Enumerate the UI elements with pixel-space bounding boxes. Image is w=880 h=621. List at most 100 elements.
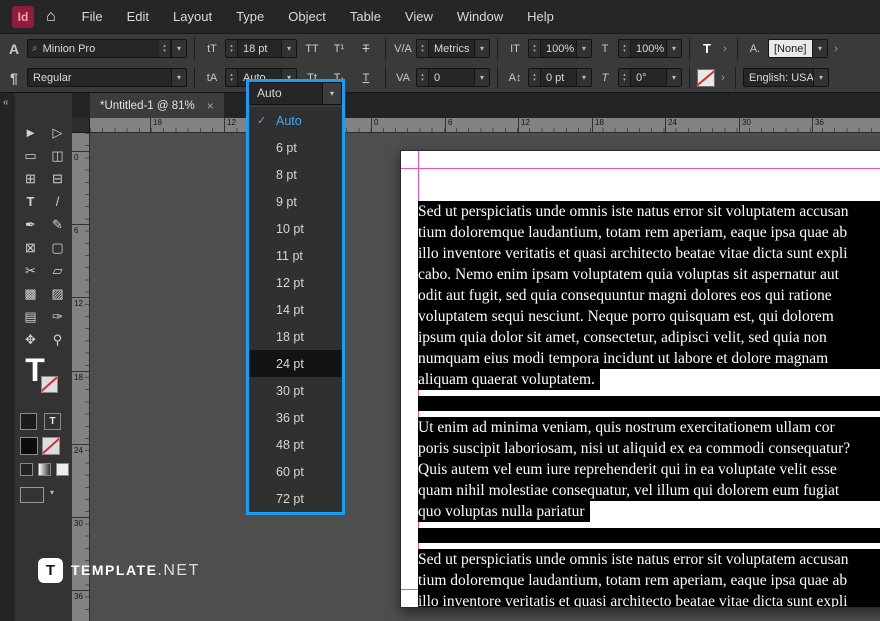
vertical-scale-stepper[interactable]: ▴▾ bbox=[529, 40, 541, 57]
text-line[interactable]: illo inventore veritatis et quasi archit… bbox=[418, 243, 880, 264]
leading-option-14-pt[interactable]: 14 pt bbox=[249, 296, 342, 323]
font-style-combo[interactable]: Regular ▾ bbox=[27, 68, 187, 87]
font-size-stepper[interactable]: ▴▾ bbox=[226, 40, 238, 57]
chevron-down-icon[interactable]: ▾ bbox=[474, 69, 489, 86]
leading-option-24-pt[interactable]: 24 pt bbox=[249, 350, 342, 377]
scissors-tool[interactable]: ✂ bbox=[25, 263, 36, 279]
paragraph[interactable]: Ut enim ad minima veniam, quis nostrum e… bbox=[418, 417, 880, 522]
baseline-shift-combo[interactable]: ▴▾ 0 pt ▾ bbox=[528, 68, 592, 87]
fill-none-swatch[interactable] bbox=[697, 69, 715, 87]
text-line[interactable]: ipsum quia dolor sit amet, consectetur, … bbox=[418, 327, 880, 348]
leading-option-72-pt[interactable]: 72 pt bbox=[249, 485, 342, 512]
apply-gradient-button[interactable] bbox=[38, 463, 51, 476]
horizontal-scale-stepper[interactable]: ▴▾ bbox=[619, 40, 631, 57]
chevron-down-icon[interactable]: ▾ bbox=[171, 69, 186, 86]
chevron-down-icon[interactable]: ▾ bbox=[812, 40, 827, 57]
skew-stepper[interactable]: ▴▾ bbox=[619, 69, 631, 86]
text-line[interactable]: illo inventore veritatis et quasi archit… bbox=[418, 591, 880, 608]
kerning-combo[interactable]: ▴▾ Metrics ▾ bbox=[416, 39, 490, 58]
leading-stepper[interactable]: ▴▾ bbox=[226, 69, 238, 86]
note-tool[interactable]: ▤ bbox=[24, 309, 36, 325]
text-line[interactable]: poris suscipit laboriosam, nisi ut aliqu… bbox=[418, 438, 880, 459]
text-line[interactable]: tium doloremque laudantium, totam rem ap… bbox=[418, 222, 880, 243]
gap-tool[interactable]: ◫ bbox=[51, 148, 63, 164]
all-caps-button[interactable]: TT bbox=[300, 43, 324, 55]
vertical-scale-combo[interactable]: ▴▾ 100% ▾ bbox=[528, 39, 592, 58]
text-line[interactable]: quo voluptas nulla pariatur bbox=[418, 501, 590, 522]
stroke-none-swatch[interactable] bbox=[41, 376, 58, 393]
page-tool[interactable]: ▭ bbox=[24, 148, 36, 164]
font-family-combo[interactable]: ⌕ Minion Pro ▴▾ ▾ bbox=[27, 39, 187, 58]
baseline-shift-stepper[interactable]: ▴▾ bbox=[529, 69, 541, 86]
chevron-down-icon[interactable]: ▾ bbox=[813, 69, 828, 86]
text-line[interactable]: cabo. Nemo enim ipsam voluptatem quia vo… bbox=[418, 264, 880, 285]
character-options-button[interactable]: T bbox=[697, 41, 717, 56]
pen-tool[interactable]: ✒ bbox=[25, 217, 36, 233]
character-style-combo[interactable]: [None] ▾ bbox=[768, 39, 828, 58]
text-line[interactable]: tium doloremque laudantium, totam rem ap… bbox=[418, 570, 880, 591]
leading-dropdown-field[interactable]: Auto ▾ bbox=[249, 82, 342, 107]
home-icon[interactable]: ⌂ bbox=[46, 8, 56, 26]
kerning-stepper[interactable]: ▴▾ bbox=[417, 40, 429, 57]
close-icon[interactable]: × bbox=[207, 99, 214, 113]
text-frame[interactable]: Sed ut perspiciatis unde omnis iste natu… bbox=[418, 201, 880, 608]
skew-combo[interactable]: ▴▾ 0° ▾ bbox=[618, 68, 682, 87]
chevron-down-icon[interactable]: ▾ bbox=[171, 40, 186, 57]
font-family-stepper[interactable]: ▴▾ bbox=[159, 40, 171, 57]
leading-option-9-pt[interactable]: 9 pt bbox=[249, 188, 342, 215]
canvas[interactable]: Sed ut perspiciatis unde omnis iste natu… bbox=[90, 133, 880, 621]
text-line[interactable]: numquam eius modi tempora incidunt ut la… bbox=[418, 348, 880, 369]
paragraph[interactable]: Sed ut perspiciatis unde omnis iste natu… bbox=[418, 201, 880, 390]
text-line[interactable]: Quis autem vel eum iure reprehenderit qu… bbox=[418, 459, 880, 480]
direct-selection-tool[interactable]: ▷ bbox=[53, 125, 63, 141]
leading-option-Auto[interactable]: ✓Auto bbox=[249, 107, 342, 134]
text-line[interactable]: aliquam quaerat voluptatem. bbox=[418, 369, 600, 390]
leading-option-48-pt[interactable]: 48 pt bbox=[249, 431, 342, 458]
apply-none-swatch[interactable] bbox=[42, 437, 60, 455]
chevron-down-icon[interactable]: ▾ bbox=[666, 40, 681, 57]
apply-color-button[interactable] bbox=[20, 463, 33, 476]
text-line[interactable]: voluptatem sequi nesciunt. Neque porro q… bbox=[418, 306, 880, 327]
gradient-feather-tool[interactable]: ▨ bbox=[51, 286, 63, 302]
screen-mode-button[interactable] bbox=[20, 487, 44, 503]
tracking-combo[interactable]: ▴▾ 0 ▾ bbox=[416, 68, 490, 87]
menu-item-window[interactable]: Window bbox=[445, 0, 515, 33]
content-placer-tool[interactable]: ⊟ bbox=[52, 171, 63, 187]
leading-option-12-pt[interactable]: 12 pt bbox=[249, 269, 342, 296]
pencil-tool[interactable]: ✎ bbox=[52, 217, 63, 233]
text-line[interactable]: Ut enim ad minima veniam, quis nostrum e… bbox=[418, 417, 880, 438]
tracking-stepper[interactable]: ▴▾ bbox=[417, 69, 429, 86]
page[interactable]: Sed ut perspiciatis unde omnis iste natu… bbox=[400, 150, 880, 608]
leading-option-30-pt[interactable]: 30 pt bbox=[249, 377, 342, 404]
text-line[interactable]: quam nihil molestiae consequatur, vel il… bbox=[418, 480, 880, 501]
leading-option-6-pt[interactable]: 6 pt bbox=[249, 134, 342, 161]
menu-item-file[interactable]: File bbox=[70, 0, 115, 33]
rectangle-tool[interactable]: ▢ bbox=[51, 240, 63, 256]
leading-option-8-pt[interactable]: 8 pt bbox=[249, 161, 342, 188]
leading-option-60-pt[interactable]: 60 pt bbox=[249, 458, 342, 485]
menu-item-view[interactable]: View bbox=[393, 0, 445, 33]
eyedropper-tool[interactable]: ✑ bbox=[52, 309, 63, 325]
chevron-down-icon[interactable]: ▾ bbox=[281, 40, 296, 57]
underline-button[interactable]: T bbox=[354, 72, 378, 84]
menu-item-object[interactable]: Object bbox=[276, 0, 338, 33]
vertical-ruler[interactable]: 061218243036 bbox=[72, 133, 90, 621]
menu-item-edit[interactable]: Edit bbox=[115, 0, 161, 33]
formatting-affects-text-button[interactable]: T bbox=[44, 413, 61, 430]
horizontal-scale-combo[interactable]: ▴▾ 100% ▾ bbox=[618, 39, 682, 58]
text-line[interactable]: Sed ut perspiciatis unde omnis iste natu… bbox=[418, 549, 880, 570]
leading-option-36-pt[interactable]: 36 pt bbox=[249, 404, 342, 431]
ruler-corner[interactable] bbox=[72, 118, 90, 133]
language-combo[interactable]: English: USA ▾ bbox=[743, 68, 829, 87]
rectangle-frame-tool[interactable]: ⊠ bbox=[25, 240, 36, 256]
chevron-down-icon[interactable]: ▾ bbox=[576, 69, 591, 86]
gradient-swatch-tool[interactable]: ▩ bbox=[24, 286, 36, 302]
type-tool[interactable]: T bbox=[27, 194, 35, 209]
apply-color-swatch[interactable] bbox=[20, 437, 38, 455]
hand-tool[interactable]: ✥ bbox=[25, 332, 36, 348]
menu-item-type[interactable]: Type bbox=[224, 0, 276, 33]
paragraph[interactable]: Sed ut perspiciatis unde omnis iste natu… bbox=[418, 549, 880, 608]
apply-none-button[interactable] bbox=[56, 463, 69, 476]
strikethrough-button[interactable]: T bbox=[354, 43, 378, 55]
formatting-affects-container-button[interactable] bbox=[20, 413, 37, 430]
